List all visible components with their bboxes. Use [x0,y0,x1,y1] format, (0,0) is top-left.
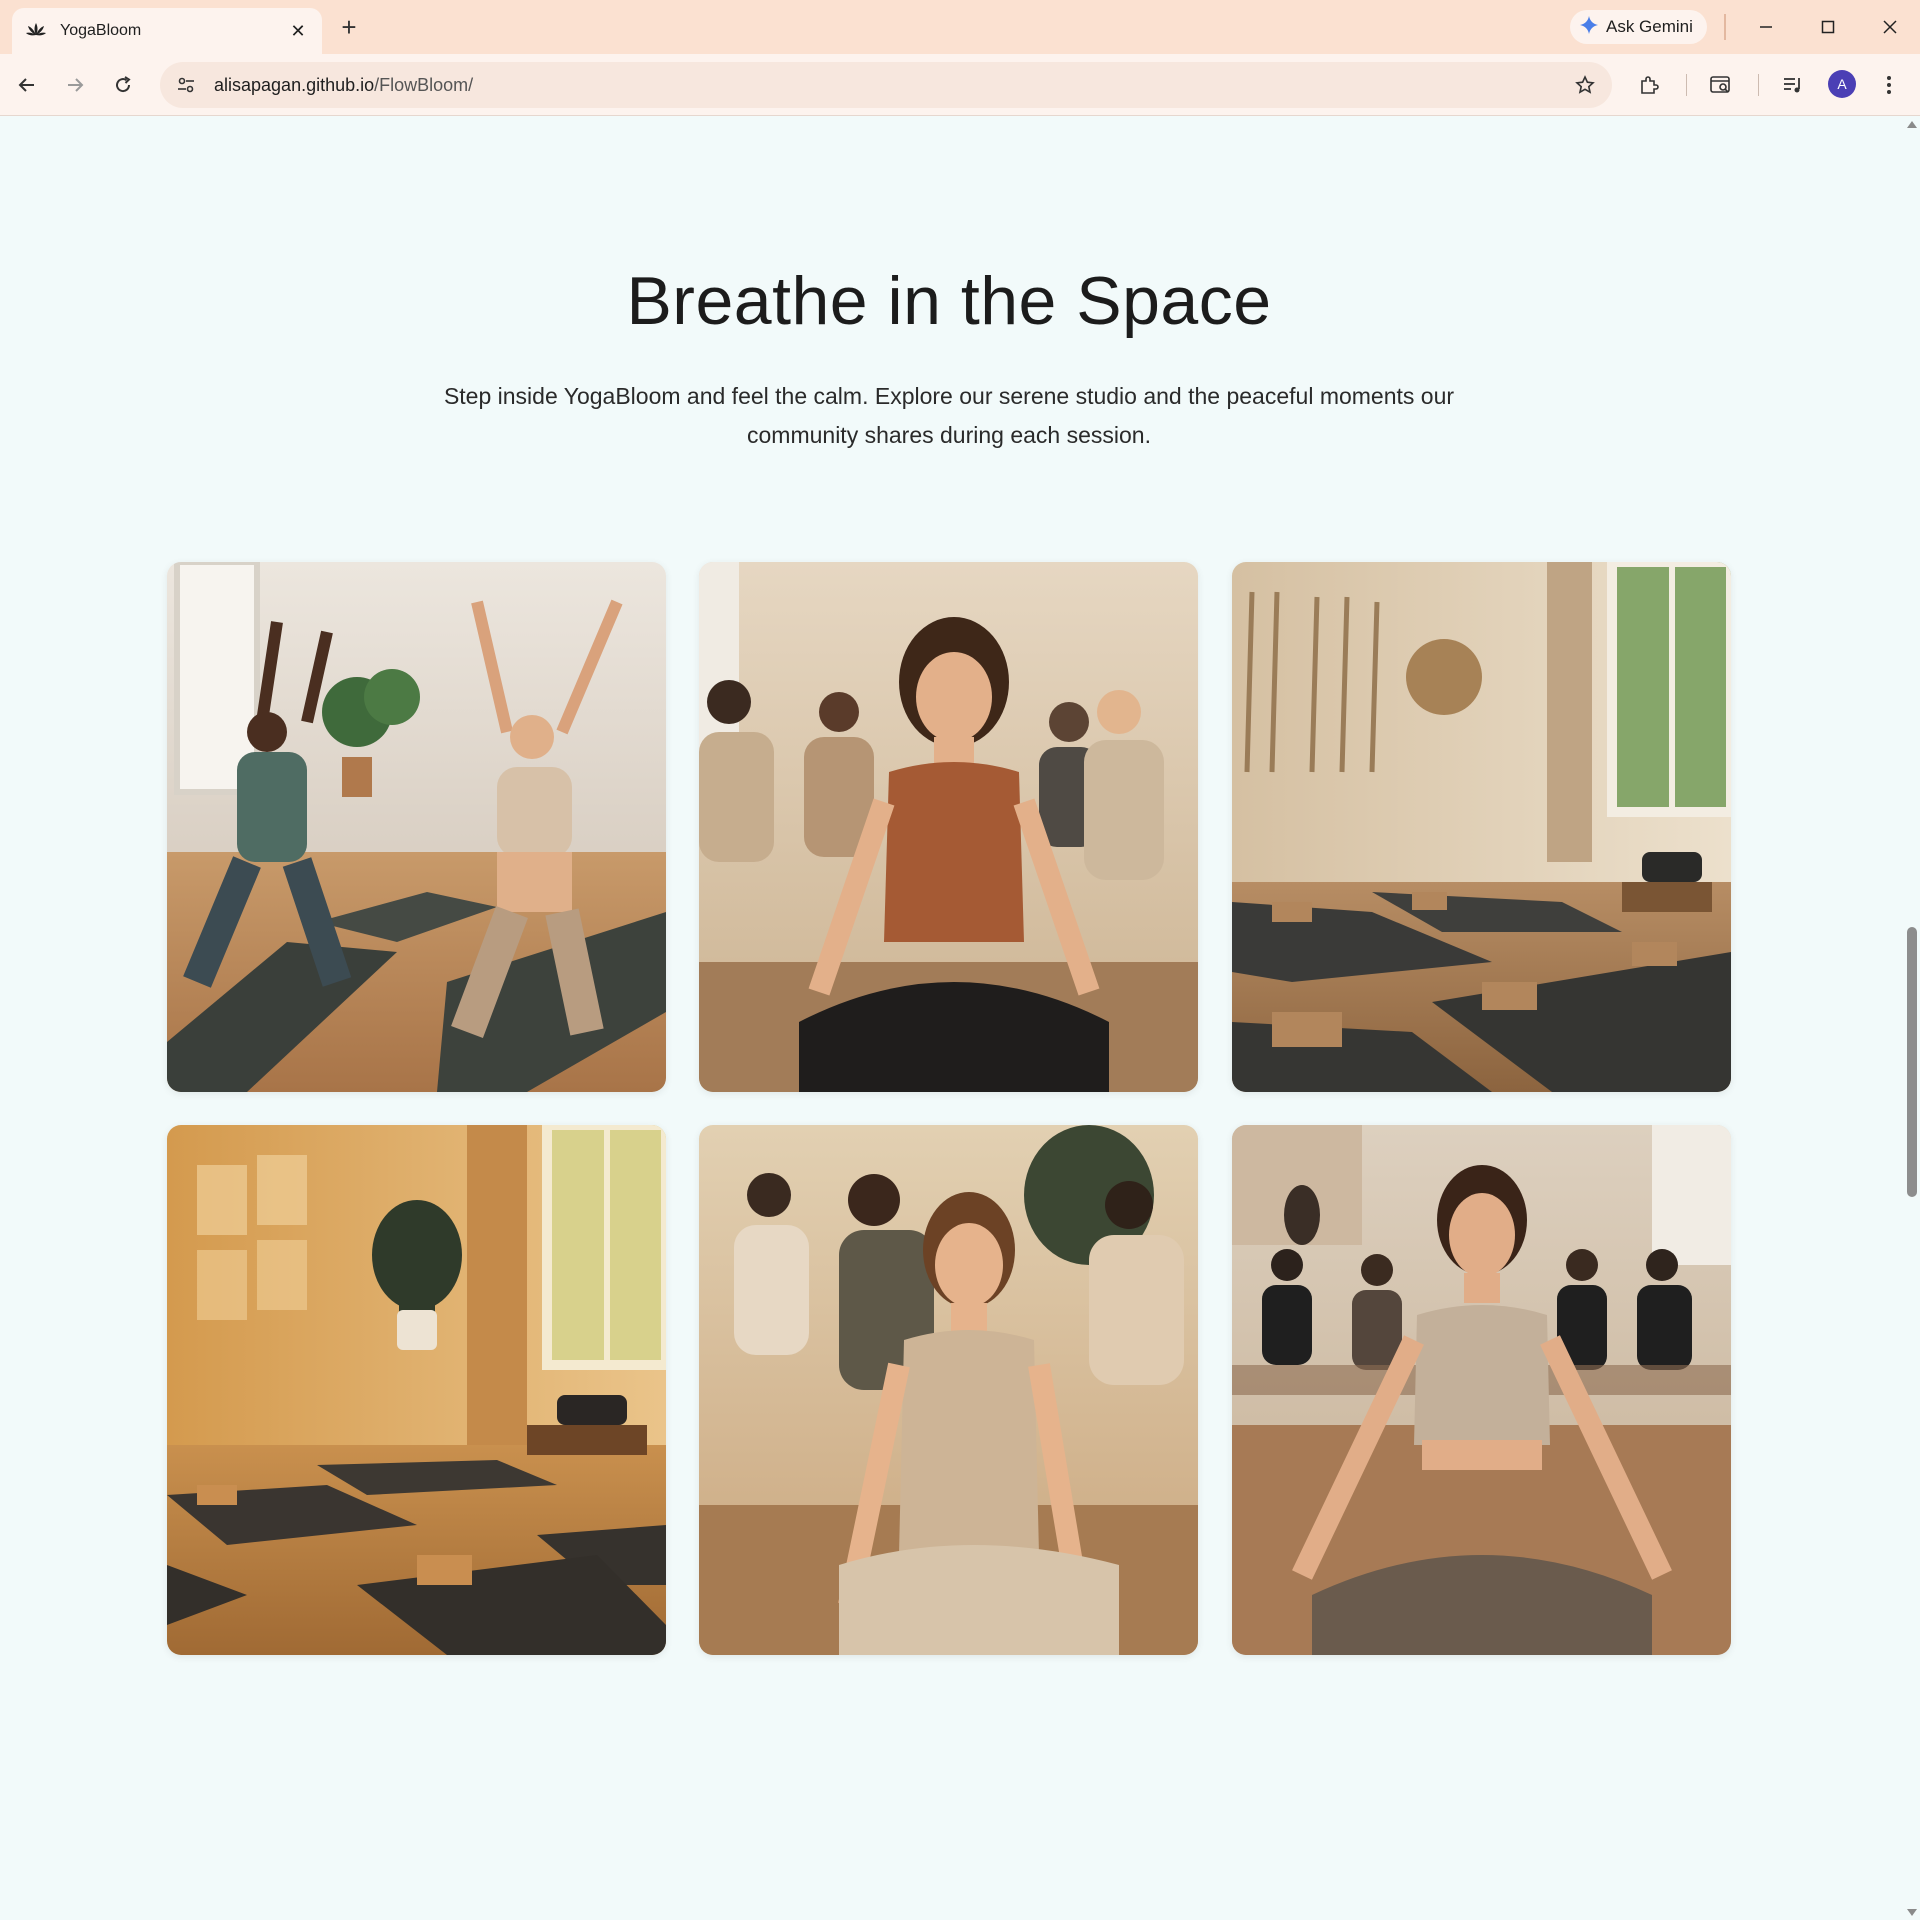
profile-avatar[interactable]: A [1828,70,1856,98]
reload-icon [116,76,131,93]
media-controls-button[interactable] [1776,68,1810,102]
group-meditation-photo[interactable] [699,1125,1198,1655]
page-scrollbar[interactable] [1904,117,1920,1920]
meditation-circle-photo[interactable] [699,562,1198,1092]
close-icon[interactable]: ✕ [286,19,310,43]
new-tab-button[interactable]: + [334,12,364,42]
forward-button[interactable] [58,68,92,102]
sunlit-studio-plant-photo[interactable] [167,1125,666,1655]
browser-chrome: YogaBloom ✕ + Ask Gemini alisapagan.gith… [0,0,1920,116]
divider [1686,74,1687,96]
minimize-button[interactable] [1746,10,1786,44]
ask-gemini-label: Ask Gemini [1606,17,1693,36]
page-content: Breathe in the Space Step inside YogaBlo… [0,117,1904,1920]
puzzle-icon [1641,76,1659,94]
divider [1758,74,1759,96]
gemini-sparkle-icon [1580,15,1598,39]
divider [1724,14,1726,40]
minimize-icon [1760,26,1772,28]
lotus-icon [24,19,48,43]
woman-lotus-meditation-photo[interactable] [1232,1125,1731,1655]
section-title: Breathe in the Space [626,263,1272,339]
arrow-left-icon [18,78,34,92]
scrollbar-thumb[interactable] [1907,927,1917,1197]
site-info-icon[interactable] [166,65,206,105]
tab-search-icon [1710,76,1730,93]
tab-title: YogaBloom [60,22,142,39]
menu-button[interactable] [1872,68,1906,102]
tab-search-button[interactable] [1704,68,1738,102]
window-close-button[interactable] [1870,10,1910,44]
toolbar: alisapagan.github.io/FlowBloom/ [0,54,1920,116]
back-button[interactable] [10,68,44,102]
maximize-icon [1821,20,1835,34]
section-description: Step inside YogaBloom and feel the calm.… [443,383,1455,448]
playlist-music-icon [1784,78,1800,93]
url-path: /FlowBloom/ [374,74,474,95]
extensions-button[interactable] [1632,68,1666,102]
tab-yogabloom[interactable]: YogaBloom ✕ [12,8,322,54]
scroll-down-arrow-icon[interactable] [1907,1909,1917,1916]
arrow-right-icon [68,78,84,92]
address-bar[interactable]: alisapagan.github.io/FlowBloom/ [160,62,1612,108]
close-icon [1883,20,1897,34]
more-vertical-icon [1887,76,1891,94]
reload-button[interactable] [106,68,140,102]
ask-gemini-button[interactable]: Ask Gemini [1570,10,1707,44]
warrior-pose-class-photo[interactable] [167,562,666,1092]
bookmark-star-icon[interactable] [1570,70,1600,100]
scroll-up-arrow-icon[interactable] [1907,121,1917,128]
tab-strip: YogaBloom ✕ + Ask Gemini [0,0,1920,54]
url-host: alisapagan.github.io [214,74,375,95]
empty-studio-mats-photo[interactable] [1232,562,1731,1092]
maximize-button[interactable] [1808,10,1848,44]
